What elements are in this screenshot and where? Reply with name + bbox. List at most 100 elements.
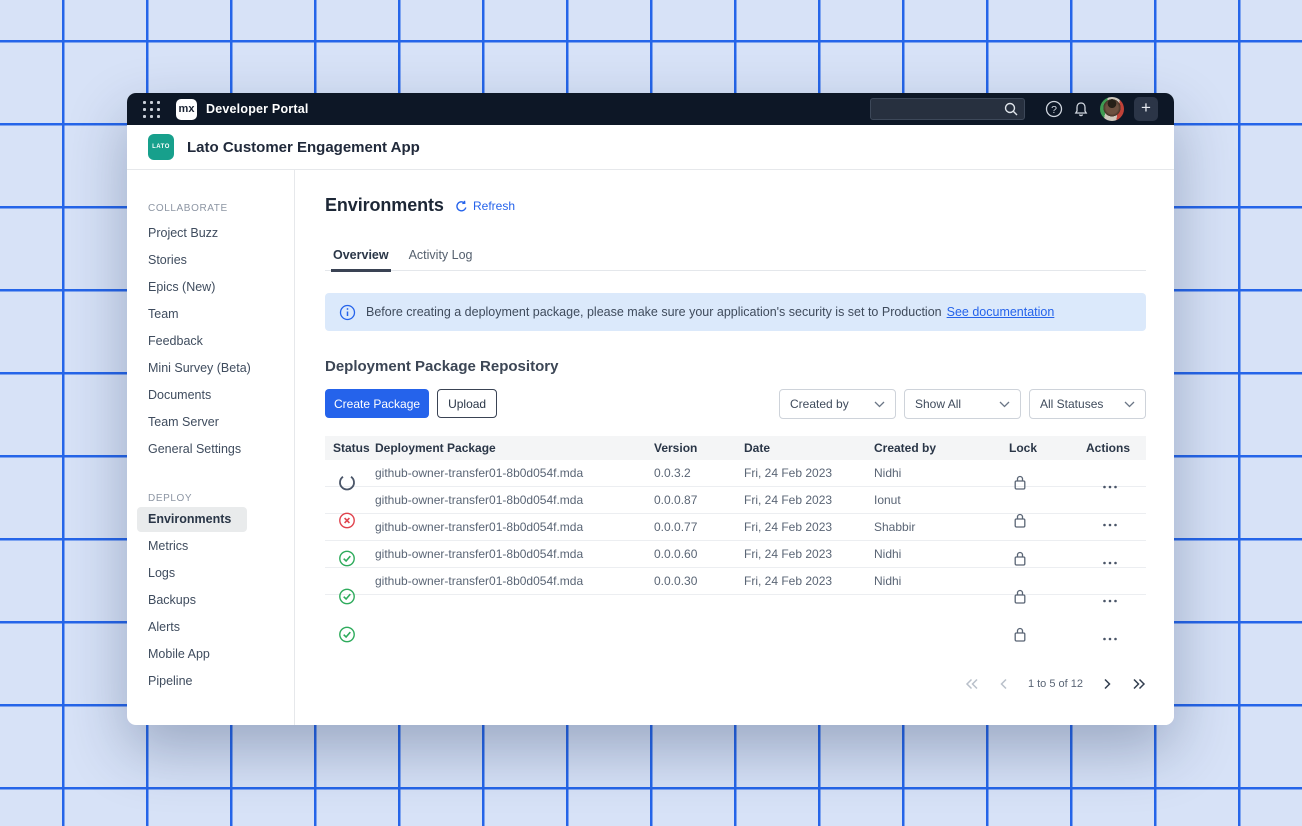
cell-created-by: Shabbir xyxy=(874,520,1009,534)
avatar[interactable] xyxy=(1100,97,1124,121)
cell-version: 0.0.0.60 xyxy=(654,547,744,561)
select-value: Show All xyxy=(915,397,961,411)
lock-button[interactable] xyxy=(1013,589,1027,610)
sidebar-item-general-settings[interactable]: General Settings xyxy=(137,436,284,463)
refresh-icon xyxy=(455,200,468,213)
page-title: Environments xyxy=(325,195,444,216)
lock-icon xyxy=(1013,551,1027,567)
mendix-logo-text: mx xyxy=(179,103,195,115)
column-header-created-by: Created by xyxy=(874,441,1009,455)
cell-package: github-owner-transfer01-8b0d054f.mda xyxy=(375,520,654,534)
upload-button[interactable]: Upload xyxy=(437,389,497,418)
app-icon[interactable]: LATO xyxy=(148,134,174,160)
sidebar-item-team-server[interactable]: Team Server xyxy=(137,409,284,436)
lock-button[interactable] xyxy=(1013,627,1027,648)
cell-date: Fri, 24 Feb 2023 xyxy=(744,574,874,588)
column-header-date: Date xyxy=(744,441,874,455)
sidebar-item-feedback[interactable]: Feedback xyxy=(137,328,284,355)
chevron-down-icon xyxy=(1124,401,1135,408)
sidebar-item-alerts[interactable]: Alerts xyxy=(137,614,284,641)
refresh-label: Refresh xyxy=(473,199,515,213)
refresh-button[interactable]: Refresh xyxy=(455,199,515,213)
sidebar-item-pipeline[interactable]: Pipeline xyxy=(137,668,284,695)
actions-menu-button[interactable] xyxy=(1103,590,1118,608)
help-button[interactable]: ? xyxy=(1045,100,1063,118)
notifications-button[interactable] xyxy=(1073,101,1089,118)
sidebar-section-label: DEPLOY xyxy=(127,492,294,506)
actions-menu-icon xyxy=(1103,637,1118,641)
next-page-button[interactable] xyxy=(1103,678,1112,690)
column-header-lock: Lock xyxy=(1009,441,1086,455)
sidebar-item-backups[interactable]: Backups xyxy=(137,587,284,614)
lock-button[interactable] xyxy=(1013,475,1027,496)
bell-icon xyxy=(1073,101,1089,118)
cell-created-by: Nidhi xyxy=(874,466,1009,480)
last-page-button[interactable] xyxy=(1132,678,1146,690)
tab-overview[interactable]: Overview xyxy=(333,248,389,271)
lock-icon xyxy=(1013,475,1027,491)
cell-date: Fri, 24 Feb 2023 xyxy=(744,547,874,561)
status-success-icon xyxy=(338,626,356,644)
lock-icon xyxy=(1013,513,1027,529)
sidebar-item-project-buzz[interactable]: Project Buzz xyxy=(137,220,284,247)
banner-doc-link[interactable]: See documentation xyxy=(947,305,1055,319)
sidebar-item-logs[interactable]: Logs xyxy=(137,560,284,587)
sidebar-item-stories[interactable]: Stories xyxy=(137,247,284,274)
actions-menu-icon xyxy=(1103,523,1118,527)
sidebar-item-metrics[interactable]: Metrics xyxy=(137,533,284,560)
lock-button[interactable] xyxy=(1013,551,1027,572)
filter-select-all-statuses[interactable]: All Statuses xyxy=(1029,389,1146,419)
sidebar-item-documents[interactable]: Documents xyxy=(137,382,284,409)
topbar: mx Developer Portal ? + xyxy=(127,93,1174,125)
pagination: 1 to 5 of 12 xyxy=(965,673,1146,695)
cell-package: github-owner-transfer01-8b0d054f.mda xyxy=(375,547,654,561)
sidebar-item-environments[interactable]: Environments xyxy=(137,507,247,532)
app-title: Lato Customer Engagement App xyxy=(187,139,420,156)
svg-text:?: ? xyxy=(1051,104,1057,116)
cell-package: github-owner-transfer01-8b0d054f.mda xyxy=(375,493,654,507)
select-value: Created by xyxy=(790,397,849,411)
product-name: Developer Portal xyxy=(206,102,309,116)
column-header-version: Version xyxy=(654,441,744,455)
mendix-logo[interactable]: mx xyxy=(176,99,197,120)
cell-created-by: Nidhi xyxy=(874,547,1009,561)
column-header-status: Status xyxy=(325,441,375,455)
sidebar-item-mini-survey-beta[interactable]: Mini Survey (Beta) xyxy=(137,355,284,382)
cell-version: 0.0.0.30 xyxy=(654,574,744,588)
lock-icon xyxy=(1013,627,1027,643)
search-input[interactable] xyxy=(870,98,1025,120)
cell-package: github-owner-transfer01-8b0d054f.mda xyxy=(375,574,654,588)
filters: Created by Show All All Statuses xyxy=(779,389,1146,419)
actions-menu-icon xyxy=(1103,485,1118,489)
actions-menu-button[interactable] xyxy=(1103,514,1118,532)
status-indicator xyxy=(338,626,356,649)
cell-date: Fri, 24 Feb 2023 xyxy=(744,520,874,534)
cell-date: Fri, 24 Feb 2023 xyxy=(744,493,874,507)
actions-menu-button[interactable] xyxy=(1103,552,1118,570)
prev-page-button[interactable] xyxy=(999,678,1008,690)
info-banner: Before creating a deployment package, pl… xyxy=(325,293,1146,331)
sidebar-item-team[interactable]: Team xyxy=(137,301,284,328)
cell-date: Fri, 24 Feb 2023 xyxy=(744,466,874,480)
chevron-down-icon xyxy=(874,401,885,408)
main-content: Environments Refresh Overview Activity Lo… xyxy=(295,170,1174,725)
add-app-button[interactable]: + xyxy=(1134,97,1158,121)
sidebar-item-mobile-app[interactable]: Mobile App xyxy=(137,641,284,668)
filter-select-created-by[interactable]: Created by xyxy=(779,389,896,419)
create-package-button[interactable]: Create Package xyxy=(325,389,429,418)
filter-select-show-all[interactable]: Show All xyxy=(904,389,1021,419)
app-header: LATO Lato Customer Engagement App xyxy=(127,125,1174,170)
first-page-button[interactable] xyxy=(965,678,979,690)
lock-button[interactable] xyxy=(1013,513,1027,534)
chevron-down-icon xyxy=(999,401,1010,408)
actions-menu-button[interactable] xyxy=(1103,628,1118,646)
info-icon xyxy=(339,304,356,321)
actions-menu-icon xyxy=(1103,561,1118,565)
cell-created-by: Ionut xyxy=(874,493,1009,507)
app-icon-label: LATO xyxy=(152,144,170,150)
actions-menu-button[interactable] xyxy=(1103,476,1118,494)
actions-menu-icon xyxy=(1103,599,1118,603)
app-launcher-icon[interactable] xyxy=(143,101,160,118)
tab-activity-log[interactable]: Activity Log xyxy=(409,248,473,271)
sidebar-item-epics-new[interactable]: Epics (New) xyxy=(137,274,284,301)
